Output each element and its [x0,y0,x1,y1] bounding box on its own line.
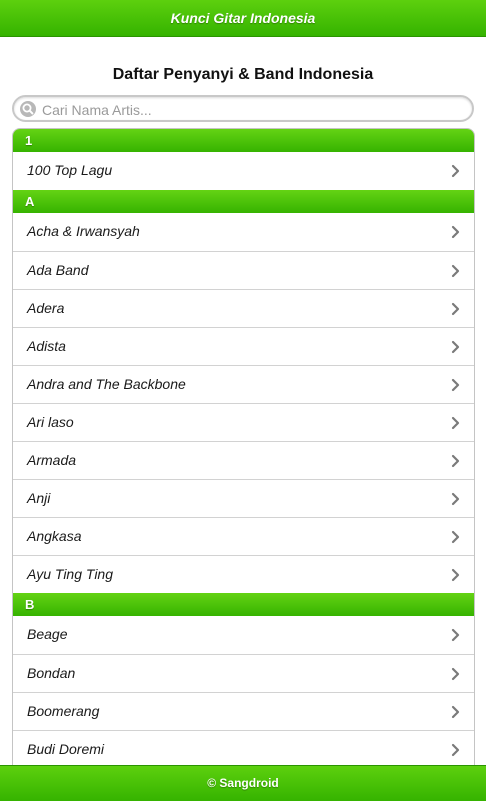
list-item[interactable]: Acha & Irwansyah [13,213,474,251]
chevron-right-icon [451,530,460,544]
list-item[interactable]: Budi Doremi [13,730,474,768]
list-item[interactable]: Adera [13,289,474,327]
chevron-right-icon [451,743,460,757]
chevron-right-icon [451,378,460,392]
footer-credit: © Sangdroid [207,776,279,790]
list-item-label: Ayu Ting Ting [27,566,114,582]
list-item[interactable]: Ari laso [13,403,474,441]
chevron-right-icon [451,164,460,178]
list-item-label: Adista [27,338,66,354]
chevron-right-icon [451,225,460,239]
list-item-label: Angkasa [27,528,82,544]
list-item[interactable]: Angkasa [13,517,474,555]
list-item[interactable]: Ada Band [13,251,474,289]
list-item-label: Budi Doremi [27,741,105,757]
chevron-right-icon [451,340,460,354]
list-item[interactable]: Beage [13,616,474,654]
artist-list: 1 100 Top Lagu A Acha & Irwansyah Ada Band Ad… [12,128,475,769]
list-divider: A [13,190,474,213]
search-icon [20,101,36,117]
chevron-right-icon [451,302,460,316]
list-item[interactable]: 100 Top Lagu [13,152,474,190]
list-item-label: Adera [27,300,65,316]
chevron-right-icon [451,454,460,468]
list-item-label: Anji [27,490,51,506]
list-item[interactable]: Anji [13,479,474,517]
chevron-right-icon [451,628,460,642]
list-item[interactable]: Boomerang [13,692,474,730]
list-item-label: Boomerang [27,703,100,719]
list-divider: 1 [13,129,474,152]
list-item-label: Ada Band [27,262,89,278]
list-item[interactable]: Armada [13,441,474,479]
list-item[interactable]: Ayu Ting Ting [13,555,474,593]
chevron-right-icon [451,705,460,719]
chevron-right-icon [451,568,460,582]
search-input[interactable] [40,99,464,120]
chevron-right-icon [451,264,460,278]
list-item-label: Beage [27,626,68,642]
app-title: Kunci Gitar Indonesia [170,10,316,26]
search-box[interactable] [12,95,474,122]
list-item[interactable]: Andra and The Backbone [13,365,474,403]
list-item[interactable]: Bondan [13,654,474,692]
chevron-right-icon [451,416,460,430]
app-header: Kunci Gitar Indonesia [0,0,486,37]
list-divider: B [13,593,474,616]
page-title: Daftar Penyanyi & Band Indonesia [112,66,374,83]
list-item-label: Bondan [27,665,76,681]
list-item-label: Ari laso [27,414,74,430]
list-item-label: 100 Top Lagu [27,162,113,178]
chevron-right-icon [451,492,460,506]
list-item-label: Andra and The Backbone [27,376,186,392]
footer: © Sangdroid [0,765,486,801]
list-item[interactable]: Adista [13,327,474,365]
chevron-right-icon [451,667,460,681]
list-item-label: Armada [27,452,77,468]
list-item-label: Acha & Irwansyah [27,223,140,239]
